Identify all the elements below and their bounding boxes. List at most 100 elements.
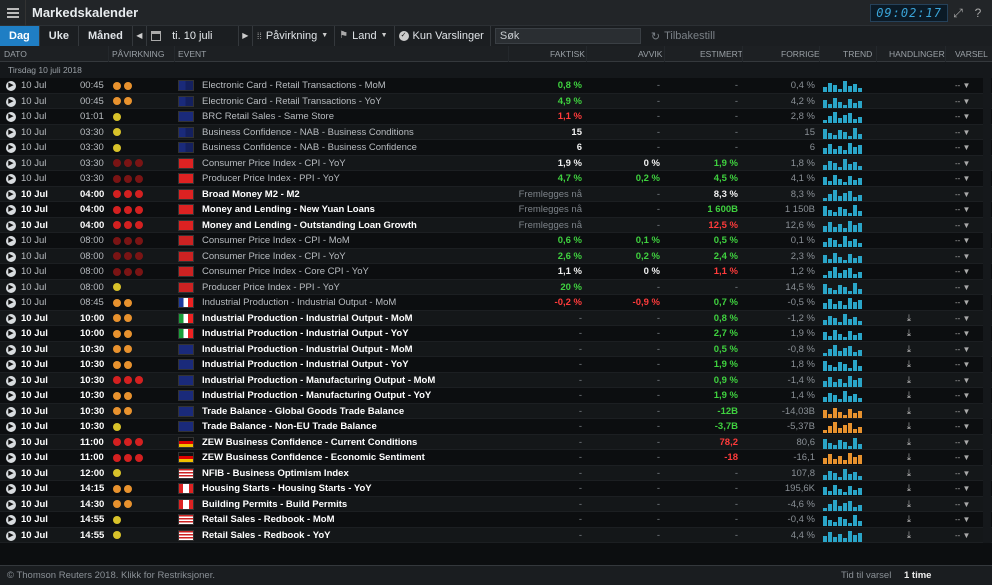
expand-row-icon[interactable]: ▶ — [6, 205, 16, 215]
alert-dropdown[interactable]: -- ▼ — [955, 528, 970, 543]
download-icon[interactable]: ⤓ — [903, 388, 915, 403]
alert-dropdown[interactable]: -- ▼ — [955, 466, 970, 481]
event-name[interactable]: NFIB - Business Optimism Index — [202, 466, 502, 481]
trend-sparkline[interactable] — [822, 343, 864, 356]
expand-row-icon[interactable]: ▶ — [6, 158, 16, 169]
expand-row-icon[interactable]: ▶ — [6, 375, 16, 386]
trend-sparkline[interactable] — [822, 203, 864, 216]
trend-sparkline[interactable] — [822, 79, 864, 92]
table-row[interactable]: ▶ 10 Jul 01:01 BRC Retail Sales - Same S… — [0, 109, 992, 125]
table-row[interactable]: ▶ 10 Jul 14:30 Building Permits - Build … — [0, 496, 992, 512]
table-row[interactable]: ▶ 10 Jul 11:00 ZEW Business Confidence -… — [0, 450, 992, 466]
alert-dropdown[interactable]: -- ▼ — [955, 171, 970, 186]
col-event[interactable]: EVENT — [178, 49, 206, 59]
expand-row-icon[interactable]: ▶ — [6, 112, 16, 122]
event-name[interactable]: Consumer Price Index - CPI - YoY — [202, 156, 502, 171]
alert-dropdown[interactable]: -- ▼ — [955, 125, 970, 140]
download-icon[interactable]: ⤓ — [903, 481, 915, 496]
expand-row-icon[interactable]: ▶ — [6, 422, 16, 432]
trend-sparkline[interactable] — [822, 436, 864, 449]
alert-dropdown[interactable]: -- ▼ — [955, 156, 970, 171]
download-icon[interactable]: ⤓ — [903, 326, 915, 341]
search-input[interactable] — [494, 28, 641, 44]
alert-dropdown[interactable]: -- ▼ — [955, 357, 970, 372]
expand-row-icon[interactable]: ▶ — [6, 391, 16, 401]
trend-sparkline[interactable] — [822, 498, 864, 511]
col-trend[interactable]: TREND — [843, 49, 872, 59]
download-icon[interactable]: ⤓ — [903, 512, 915, 527]
event-name[interactable]: Producer Price Index - PPI - YoY — [202, 280, 502, 295]
help-icon[interactable]: ? — [970, 5, 986, 21]
table-row[interactable]: ▶ 10 Jul 14:55 Retail Sales - Redbook - … — [0, 512, 992, 528]
trend-sparkline[interactable] — [822, 95, 864, 108]
trend-sparkline[interactable] — [822, 281, 864, 294]
event-name[interactable]: Industrial Production - Industrial Outpu… — [202, 326, 502, 341]
expand-row-icon[interactable]: ▶ — [6, 189, 16, 200]
expand-row-icon[interactable]: ▶ — [6, 298, 16, 308]
table-row[interactable]: ▶ 10 Jul 14:15 Housing Starts - Housing … — [0, 481, 992, 497]
expand-row-icon[interactable]: ▶ — [6, 484, 16, 494]
menu-icon[interactable] — [0, 0, 26, 26]
alert-dropdown[interactable]: -- ▼ — [955, 202, 970, 217]
expand-row-icon[interactable]: ▶ — [6, 236, 16, 246]
alerts-only-toggle[interactable]: ✓ Kun Varslinger — [395, 26, 491, 46]
alert-dropdown[interactable]: -- ▼ — [955, 404, 970, 419]
table-row[interactable]: ▶ 10 Jul 00:45 Electronic Card - Retail … — [0, 93, 992, 109]
trend-sparkline[interactable] — [822, 405, 864, 418]
trend-sparkline[interactable] — [822, 250, 864, 263]
event-name[interactable]: Producer Price Index - PPI - YoY — [202, 171, 502, 186]
trend-sparkline[interactable] — [822, 374, 864, 387]
table-row[interactable]: ▶ 10 Jul 10:30 Trade Balance - Global Go… — [0, 403, 992, 419]
table-row[interactable]: ▶ 10 Jul 14:55 Retail Sales - Redbook - … — [0, 527, 992, 543]
event-name[interactable]: Consumer Price Index - CPI - MoM — [202, 233, 502, 248]
alert-dropdown[interactable]: -- ▼ — [955, 295, 970, 310]
expand-row-icon[interactable]: ▶ — [6, 437, 16, 448]
alert-dropdown[interactable]: -- ▼ — [955, 78, 970, 93]
event-name[interactable]: Industrial Production - Manufacturing Ou… — [202, 373, 502, 388]
expand-row-icon[interactable]: ▶ — [6, 453, 16, 463]
alert-dropdown[interactable]: -- ▼ — [955, 109, 970, 124]
trend-sparkline[interactable] — [822, 482, 864, 495]
table-row[interactable]: ▶ 10 Jul 10:00 Industrial Production - I… — [0, 326, 992, 342]
alert-dropdown[interactable]: -- ▼ — [955, 94, 970, 109]
table-row[interactable]: ▶ 10 Jul 10:30 Industrial Production - I… — [0, 357, 992, 373]
event-name[interactable]: Money and Lending - New Yuan Loans — [202, 202, 502, 217]
table-row[interactable]: ▶ 10 Jul 08:00 Producer Price Index - PP… — [0, 279, 992, 295]
event-name[interactable]: Retail Sales - Redbook - MoM — [202, 512, 502, 527]
table-row[interactable]: ▶ 10 Jul 04:00 Broad Money M2 - M2 Freml… — [0, 186, 992, 202]
download-icon[interactable]: ⤓ — [903, 373, 915, 388]
table-row[interactable]: ▶ 10 Jul 10:30 Industrial Production - M… — [0, 388, 992, 404]
trend-sparkline[interactable] — [822, 172, 864, 185]
col-actual[interactable]: FAKTISK — [550, 49, 585, 59]
table-row[interactable]: ▶ 10 Jul 10:30 Industrial Production - M… — [0, 372, 992, 388]
event-name[interactable]: Business Confidence - NAB - Business Con… — [202, 140, 502, 155]
alert-dropdown[interactable]: -- ▼ — [955, 435, 970, 450]
table-row[interactable]: ▶ 10 Jul 03:30 Business Confidence - NAB… — [0, 140, 992, 156]
trend-sparkline[interactable] — [822, 529, 864, 542]
trend-sparkline[interactable] — [822, 358, 864, 371]
expand-row-icon[interactable]: ▶ — [6, 220, 16, 231]
table-row[interactable]: ▶ 10 Jul 12:00 NFIB - Business Optimism … — [0, 465, 992, 481]
date-picker[interactable]: ti. 10 juli — [147, 26, 239, 46]
trend-sparkline[interactable] — [822, 188, 864, 201]
trend-sparkline[interactable] — [822, 513, 864, 526]
reset-button[interactable]: ↻ Tilbakestill — [651, 30, 715, 43]
alert-dropdown[interactable]: -- ▼ — [955, 140, 970, 155]
alert-dropdown[interactable]: -- ▼ — [955, 419, 970, 434]
table-row[interactable]: ▶ 10 Jul 08:45 Industrial Production - I… — [0, 295, 992, 311]
event-name[interactable]: ZEW Business Confidence - Economic Senti… — [202, 450, 502, 465]
event-name[interactable]: Industrial Production - Industrial Outpu… — [202, 342, 502, 357]
alert-dropdown[interactable]: -- ▼ — [955, 342, 970, 357]
trend-sparkline[interactable] — [822, 219, 864, 232]
trend-sparkline[interactable] — [822, 451, 864, 464]
download-icon[interactable]: ⤓ — [903, 450, 915, 465]
expand-row-icon[interactable]: ▶ — [6, 468, 16, 479]
trend-sparkline[interactable] — [822, 327, 864, 340]
event-name[interactable]: Industrial Production - Industrial Outpu… — [202, 311, 502, 326]
table-row[interactable]: ▶ 10 Jul 03:30 Consumer Price Index - CP… — [0, 155, 992, 171]
table-row[interactable]: ▶ 10 Jul 08:00 Consumer Price Index - CP… — [0, 248, 992, 264]
table-row[interactable]: ▶ 10 Jul 08:00 Consumer Price Index - Co… — [0, 264, 992, 280]
tab-month[interactable]: Måned — [79, 26, 133, 46]
tab-week[interactable]: Uke — [40, 26, 79, 46]
col-date[interactable]: DATO — [4, 49, 27, 59]
